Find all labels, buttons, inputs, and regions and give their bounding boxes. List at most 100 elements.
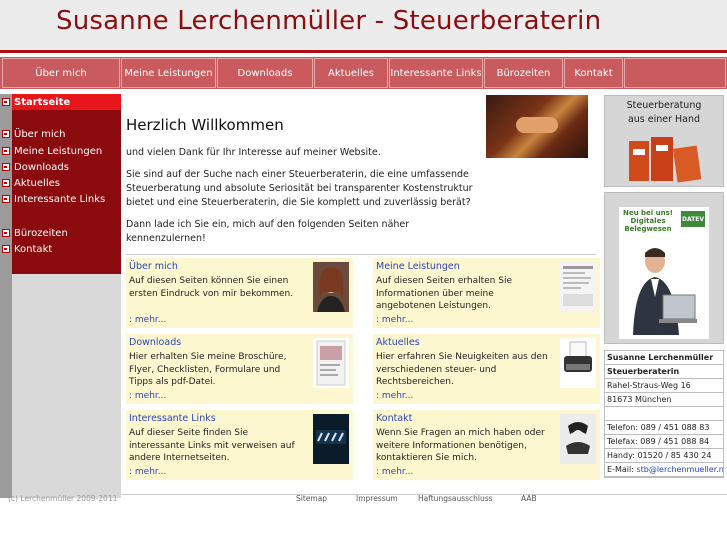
sidebar-item-downloads[interactable]: Downloads bbox=[0, 160, 121, 174]
sidebar-filler bbox=[12, 274, 121, 498]
contact-name: Susanne Lerchenmüller bbox=[605, 351, 723, 365]
contact-email-row: E-Mail: stb@lerchenmueller.net bbox=[605, 463, 723, 477]
handshake-hands bbox=[516, 117, 558, 133]
teaser-title[interactable]: Interessante Links bbox=[129, 413, 216, 424]
sidebar-item-interessante-links[interactable]: Interessante Links bbox=[0, 192, 121, 206]
teaser-text: Hier erhalten Sie meine Broschüre, Flyer… bbox=[129, 352, 287, 387]
intro-text: und vielen Dank für Ihr Interesse auf me… bbox=[126, 146, 476, 254]
sidebar-item-label: Kontakt bbox=[14, 243, 53, 255]
sidebar-item-label: Über mich bbox=[14, 128, 66, 140]
main-content: Herzlich Willkommen und vielen Dank für … bbox=[121, 94, 600, 494]
sidebar: Startseite Über mich Meine Leistungen Do… bbox=[0, 94, 121, 500]
sidebar-item-label: Meine Leistungen bbox=[14, 145, 103, 157]
sidebar-item-kontakt[interactable]: Kontakt bbox=[0, 242, 121, 256]
teaser-more-link[interactable]: : mehr... bbox=[129, 467, 166, 477]
sidebar-item-label: Bürozeiten bbox=[14, 227, 68, 239]
teaser-title[interactable]: Über mich bbox=[129, 261, 178, 272]
teaser-title[interactable]: Aktuelles bbox=[376, 337, 420, 348]
contact-city: 81673 München bbox=[605, 393, 723, 407]
nav-tab-kontakt[interactable]: Kontakt bbox=[564, 58, 623, 88]
teaser-text: Auf diesen Seiten können Sie einen erste… bbox=[129, 276, 294, 299]
teaser-ueber-mich: Über mich Auf diesen Seiten können Sie e… bbox=[126, 258, 353, 328]
teaser-more-link[interactable]: : mehr... bbox=[129, 391, 166, 401]
teaser-aktuelles: Aktuelles Hier erfahren Sie Neuigkeiten … bbox=[373, 334, 600, 404]
sidebar-item-ueber-mich[interactable]: Über mich bbox=[0, 127, 121, 141]
footer-link-haftungsausschluss[interactable]: Haftungsausschluss bbox=[418, 494, 493, 503]
http-thumbnail bbox=[313, 414, 349, 464]
copyright: (c) Lerchenmüller 2009-2011 bbox=[8, 494, 118, 503]
contact-phone: Telefon: 089 / 451 088 83 bbox=[605, 421, 723, 435]
intro-paragraph: Dann lade ich Sie ein, mich auf den folg… bbox=[126, 219, 410, 244]
arrow-box-icon bbox=[2, 245, 10, 253]
teaser-more-link[interactable]: : mehr... bbox=[376, 391, 413, 401]
datev-ad[interactable]: Neu bei uns! Digitales Belegwesen DATEV bbox=[619, 207, 709, 339]
nav-tab-buerozeiten[interactable]: Bürozeiten bbox=[484, 58, 563, 88]
header-divider bbox=[0, 50, 727, 53]
teaser-kontakt: Kontakt Wenn Sie Fragen an mich haben od… bbox=[373, 410, 600, 480]
teaser-text: Wenn Sie Fragen an mich haben oder weite… bbox=[376, 428, 545, 463]
arrow-box-icon bbox=[2, 163, 10, 171]
sidebar-item-buerozeiten[interactable]: Bürozeiten bbox=[0, 226, 121, 240]
arrow-box-icon bbox=[2, 195, 10, 203]
teaser-text: Hier erfahren Sie Neuigkeiten aus den ve… bbox=[376, 352, 548, 387]
arrow-box-icon bbox=[2, 229, 10, 237]
content-divider bbox=[126, 254, 596, 255]
contact-email-label: E-Mail: bbox=[607, 465, 637, 474]
typewriter-thumbnail bbox=[560, 338, 596, 388]
sidebar-item-label: Startseite bbox=[14, 96, 71, 108]
teaser-more-link[interactable]: : mehr... bbox=[376, 467, 413, 477]
sidebar-item-startseite[interactable]: Startseite bbox=[0, 95, 121, 109]
site-title: Susanne Lerchenmüller - Steuerberaterin bbox=[56, 6, 602, 36]
nav-tab-aktuelles[interactable]: Aktuelles bbox=[314, 58, 388, 88]
tagline-box: Steuerberatung aus einer Hand bbox=[604, 95, 724, 187]
arrow-box-icon bbox=[2, 179, 10, 187]
sidebar-item-meine-leistungen[interactable]: Meine Leistungen bbox=[0, 144, 121, 158]
tagline: Steuerberatung aus einer Hand bbox=[605, 99, 723, 127]
nav-tab-ueber-mich[interactable]: Über mich bbox=[2, 58, 120, 88]
page-title: Herzlich Willkommen bbox=[126, 116, 284, 134]
brochure-thumbnail bbox=[313, 338, 349, 388]
sidebar-item-label: Aktuelles bbox=[14, 177, 60, 189]
sidebar-item-label: Downloads bbox=[14, 161, 69, 173]
teaser-title[interactable]: Meine Leistungen bbox=[376, 261, 460, 272]
teaser-more-link[interactable]: : mehr... bbox=[129, 315, 166, 325]
arrow-box-icon bbox=[2, 147, 10, 155]
teaser-meine-leistungen: Meine Leistungen Auf diesen Seiten erhal… bbox=[373, 258, 600, 328]
tagline-line-1: Steuerberatung bbox=[626, 100, 702, 111]
sidebar-item-label: Interessante Links bbox=[14, 193, 106, 205]
businessman-image bbox=[633, 248, 697, 335]
right-column: Steuerberatung aus einer Hand Neu bei un… bbox=[604, 95, 727, 495]
nav-tab-downloads[interactable]: Downloads bbox=[217, 58, 313, 88]
nav-tab-interessante-links[interactable]: Interessante Links bbox=[389, 58, 483, 88]
telephone-thumbnail bbox=[560, 414, 596, 464]
intro-paragraph: und vielen Dank für Ihr Interesse auf me… bbox=[126, 147, 381, 158]
document-thumbnail bbox=[560, 262, 596, 312]
handshake-image bbox=[486, 95, 588, 158]
teaser-text: Auf dieser Seite finden Sie interessante… bbox=[129, 428, 295, 463]
teaser-text: Auf diesen Seiten erhalten Sie Informati… bbox=[376, 276, 512, 311]
binders-image bbox=[629, 137, 701, 183]
footer-link-impressum[interactable]: Impressum bbox=[356, 494, 398, 503]
teaser-interessante-links: Interessante Links Auf dieser Seite find… bbox=[126, 410, 353, 480]
footer-link-aab[interactable]: AAB bbox=[521, 494, 537, 503]
top-navigation: Über mich Meine Leistungen Downloads Akt… bbox=[0, 57, 727, 89]
site-header: Susanne Lerchenmüller - Steuerberaterin bbox=[0, 0, 727, 50]
teaser-more-link[interactable]: : mehr... bbox=[376, 315, 413, 325]
datev-logo: DATEV bbox=[681, 211, 705, 227]
footer: (c) Lerchenmüller 2009-2011 Sitemap Impr… bbox=[0, 494, 727, 508]
teaser-title[interactable]: Kontakt bbox=[376, 413, 412, 424]
footer-link-sitemap[interactable]: Sitemap bbox=[296, 494, 327, 503]
nav-tab-meine-leistungen[interactable]: Meine Leistungen bbox=[121, 58, 216, 88]
nav-tab-empty bbox=[624, 58, 726, 88]
contact-street: Rahel-Straus-Weg 16 bbox=[605, 379, 723, 393]
contact-card: Susanne Lerchenmüller Steuerberaterin Ra… bbox=[604, 350, 724, 478]
intro-paragraph: Sie sind auf der Suche nach einer Steuer… bbox=[126, 169, 473, 208]
arrow-box-icon bbox=[2, 130, 10, 138]
contact-mobile: Handy: 01520 / 85 430 24 bbox=[605, 449, 723, 463]
teaser-title[interactable]: Downloads bbox=[129, 337, 181, 348]
contact-email-link[interactable]: stb@lerchenmueller.net bbox=[636, 465, 723, 474]
teaser-downloads: Downloads Hier erhalten Sie meine Brosch… bbox=[126, 334, 353, 404]
ad-headline: Neu bei uns! Digitales Belegwesen bbox=[623, 209, 673, 233]
sidebar-item-aktuelles[interactable]: Aktuelles bbox=[0, 176, 121, 190]
portrait-thumbnail bbox=[313, 262, 349, 312]
